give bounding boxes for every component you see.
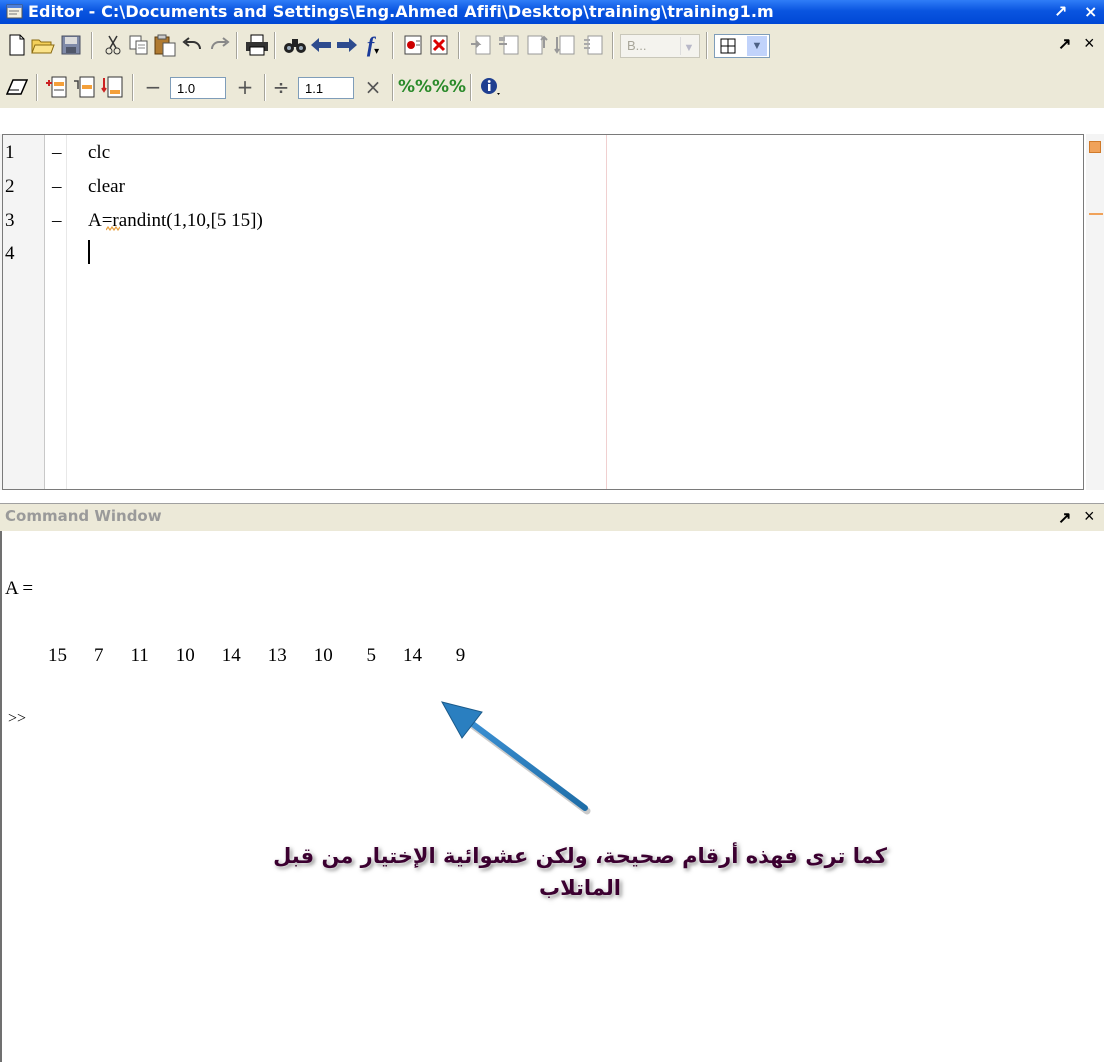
clear-breakpoints-icon[interactable] bbox=[426, 32, 452, 58]
eraser-icon[interactable] bbox=[4, 74, 30, 100]
new-file-icon[interactable] bbox=[4, 32, 30, 58]
save-icon[interactable] bbox=[58, 32, 84, 58]
output-variable: A = bbox=[5, 578, 34, 599]
line-number: 4 bbox=[5, 243, 15, 264]
line-number: 3 bbox=[5, 210, 15, 231]
command-window-title: Command Window bbox=[5, 507, 162, 525]
toolbar-separator bbox=[458, 32, 459, 59]
annotation-text: كما ترى فهذه أرقام صحيحة، ولكن عشوائية ا… bbox=[180, 840, 980, 904]
cell-toolbar: − 1.0 + ÷ 1.1 × %% %% bbox=[0, 66, 1104, 109]
toolbar-separator bbox=[392, 32, 393, 59]
undock-icon[interactable]: ↗ bbox=[1058, 34, 1071, 54]
step-icon bbox=[468, 32, 494, 58]
window-title: Editor - C:\Documents and Settings\Eng.A… bbox=[28, 2, 774, 21]
grid-icon bbox=[720, 38, 736, 54]
toolbar-separator bbox=[612, 32, 613, 59]
function-icon[interactable]: f ▾ bbox=[360, 32, 386, 58]
decrement-button[interactable]: − bbox=[140, 74, 166, 100]
annotation-line-2: الماتلاب bbox=[539, 876, 621, 900]
close-icon[interactable]: × bbox=[1084, 33, 1095, 54]
step-in-icon bbox=[496, 32, 522, 58]
toolbar-separator bbox=[264, 74, 265, 101]
code-line[interactable]: clc bbox=[88, 142, 110, 164]
chevron-down-icon: ▼ bbox=[747, 36, 767, 56]
editor-frame[interactable] bbox=[2, 134, 1084, 490]
code-line[interactable]: clear bbox=[88, 176, 125, 198]
evaluate-cell-icon[interactable] bbox=[44, 74, 70, 100]
title-bar: Editor - C:\Documents and Settings\Eng.A… bbox=[0, 0, 1104, 24]
line-number: 1 bbox=[5, 142, 15, 163]
editor-window-icon bbox=[6, 4, 23, 19]
text-cursor bbox=[88, 240, 90, 264]
scale-input[interactable]: 1.1 bbox=[298, 77, 354, 99]
stack-select[interactable]: B... ▼ bbox=[620, 34, 700, 58]
toolbar-separator bbox=[470, 74, 471, 101]
breakpoint-marker[interactable]: – bbox=[52, 210, 64, 232]
copy-icon[interactable] bbox=[126, 32, 152, 58]
toolbar-separator bbox=[274, 32, 275, 59]
multiply-button[interactable]: × bbox=[360, 74, 386, 100]
toolbar-separator bbox=[706, 32, 707, 59]
undock-icon[interactable]: ↗ bbox=[1058, 508, 1071, 528]
toolbar-separator bbox=[132, 74, 133, 101]
divide-button[interactable]: ÷ bbox=[268, 74, 294, 100]
cut-icon[interactable] bbox=[100, 32, 126, 58]
open-folder-icon[interactable] bbox=[30, 32, 56, 58]
set-breakpoint-icon[interactable] bbox=[400, 32, 426, 58]
output-values: 15 7 11 10 14 13 10 5 14 9 bbox=[48, 645, 466, 666]
toolbar-separator bbox=[91, 32, 92, 59]
paste-icon[interactable] bbox=[152, 32, 178, 58]
editor-toolbar: f ▾ B... ▼ ▼ ↗ × bbox=[0, 24, 1104, 67]
back-arrow-icon[interactable] bbox=[308, 32, 334, 58]
step-out-icon bbox=[524, 32, 550, 58]
breakpoint-marker[interactable]: – bbox=[52, 142, 64, 164]
remove-cell-divider-icon[interactable]: %% bbox=[432, 74, 466, 100]
stack-select-value: B... bbox=[627, 38, 647, 53]
toolbar-separator bbox=[392, 74, 393, 101]
close-icon[interactable]: × bbox=[1084, 506, 1095, 527]
mlint-warning-underline[interactable] bbox=[106, 226, 120, 231]
info-icon[interactable] bbox=[478, 74, 504, 100]
spacing-input[interactable]: 1.0 bbox=[170, 77, 226, 99]
annotation-arrow bbox=[441, 701, 591, 815]
mlint-bar bbox=[1086, 134, 1104, 490]
evaluate-file-icon[interactable] bbox=[100, 74, 126, 100]
close-icon[interactable]: × bbox=[1084, 2, 1097, 21]
layout-select[interactable]: ▼ bbox=[714, 34, 770, 58]
toolbar-separator bbox=[236, 32, 237, 59]
redo-icon[interactable] bbox=[206, 32, 232, 58]
annotation-line-1: كما ترى فهذه أرقام صحيحة، ولكن عشوائية ا… bbox=[273, 844, 887, 868]
find-icon[interactable] bbox=[282, 32, 308, 58]
mlint-warning-marker[interactable] bbox=[1089, 213, 1103, 215]
exit-debug-icon bbox=[580, 32, 606, 58]
chevron-down-icon: ▼ bbox=[680, 37, 697, 55]
command-prompt[interactable]: >> bbox=[8, 710, 26, 728]
line-number: 2 bbox=[5, 176, 15, 197]
undock-icon[interactable]: ↗ bbox=[1054, 2, 1067, 21]
toolbar-separator bbox=[36, 74, 37, 101]
command-window-titlebar: Command Window ↗ × bbox=[0, 503, 1104, 532]
print-icon[interactable] bbox=[244, 32, 270, 58]
undo-icon[interactable] bbox=[180, 32, 206, 58]
breakpoint-marker[interactable]: – bbox=[52, 176, 64, 198]
continue-icon bbox=[552, 32, 578, 58]
evaluate-advance-icon[interactable] bbox=[72, 74, 98, 100]
mlint-status-indicator[interactable] bbox=[1089, 141, 1101, 153]
forward-arrow-icon[interactable] bbox=[334, 32, 360, 58]
increment-button[interactable]: + bbox=[232, 74, 258, 100]
insert-cell-divider-icon[interactable]: %% bbox=[398, 74, 432, 100]
